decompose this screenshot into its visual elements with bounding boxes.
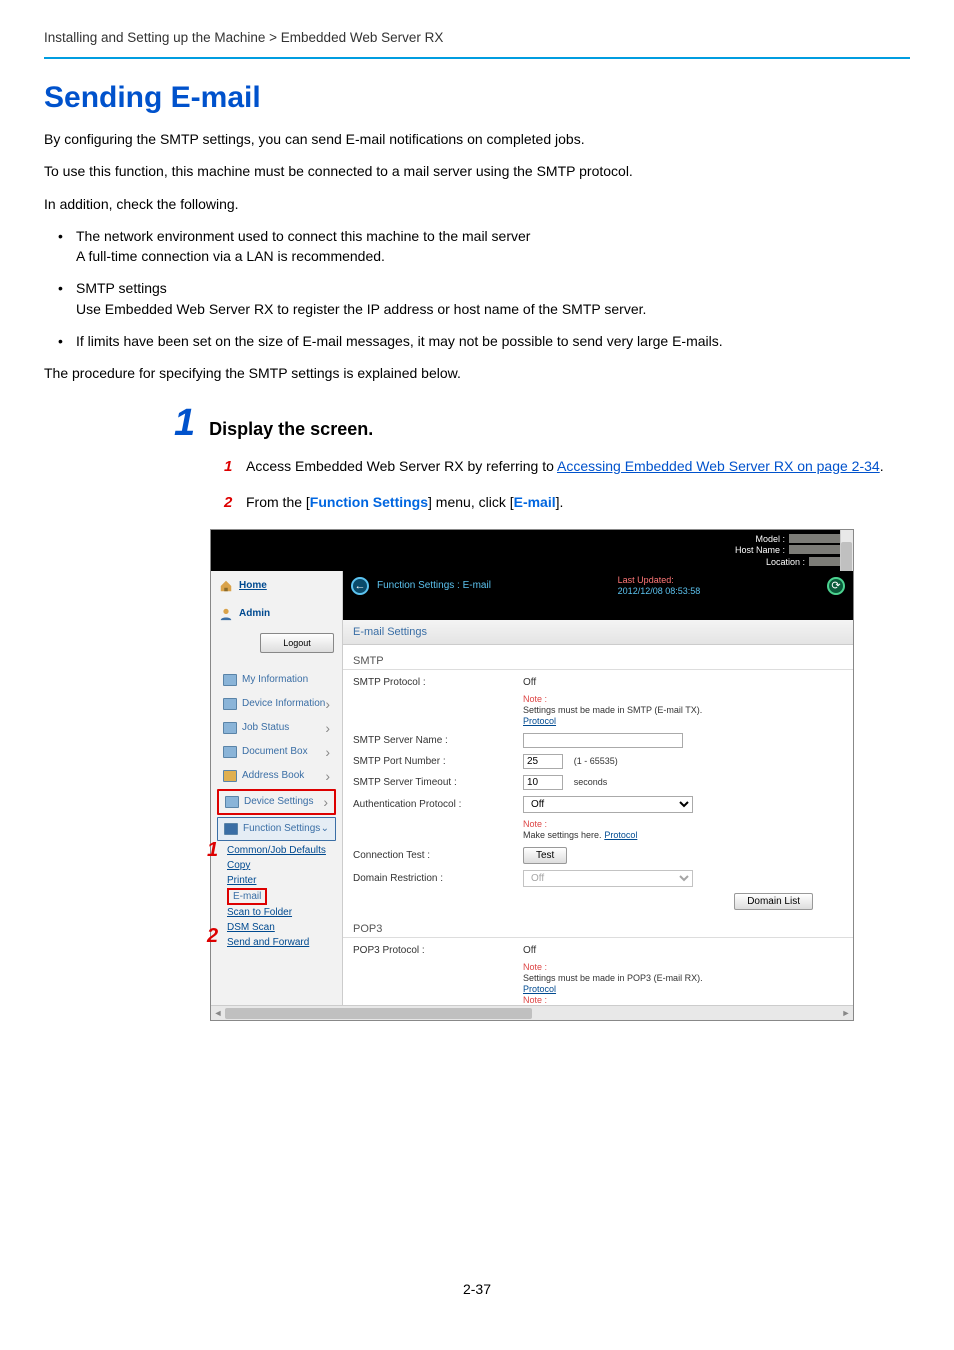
smtp-timeout-label: SMTP Server Timeout : [353, 777, 523, 788]
smtp-server-input[interactable] [523, 733, 683, 748]
cross-reference-link[interactable]: Accessing Embedded Web Server RX on page… [557, 458, 880, 474]
last-updated-value: 2012/12/08 08:53:58 [618, 586, 701, 596]
sub-scan[interactable]: Scan to Folder [227, 905, 340, 920]
sidebar-item-addrbook[interactable]: Address Book [217, 765, 336, 787]
pop3-protocol-value: Off [523, 945, 843, 956]
sidebar-item-funcsettings[interactable]: Function Settings⌄ [217, 817, 336, 841]
breadcrumb: Installing and Setting up the Machine > … [44, 30, 910, 45]
sidebar-item-devsettings[interactable]: Device Settings [217, 789, 336, 815]
back-button[interactable]: ← [351, 577, 369, 595]
paragraph: By configuring the SMTP settings, you ca… [44, 129, 910, 149]
list-item: If limits have been set on the size of E… [58, 331, 910, 351]
panel-title: Function Settings : E-mail [377, 580, 491, 591]
smtp-protocol-value: Off [523, 677, 843, 688]
main-panel: ← Function Settings : E-mail Last Update… [343, 571, 853, 1021]
substep-number: 2 [224, 492, 236, 515]
logout-button[interactable]: Logout [260, 633, 334, 653]
device-icon [223, 698, 237, 710]
subsection-pop3: POP3 [343, 913, 853, 938]
sub-send[interactable]: Send and Forward [227, 935, 340, 950]
addressbook-icon [223, 770, 237, 782]
paragraph: The procedure for specifying the SMTP se… [44, 363, 910, 383]
devsettings-icon [225, 796, 239, 808]
sub-copy[interactable]: Copy [227, 858, 340, 873]
sidebar-item-devinfo[interactable]: Device Information [217, 693, 336, 715]
screenshot-header: Model : Host Name : Location : [211, 530, 853, 571]
smtp-port-label: SMTP Port Number : [353, 756, 523, 767]
substep-text: Access Embedded Web Server RX by referri… [246, 456, 884, 479]
smtp-server-label: SMTP Server Name : [353, 735, 523, 746]
sidebar-item-jobstatus[interactable]: Job Status [217, 717, 336, 739]
step-number: 1 [174, 404, 195, 442]
sub-printer[interactable]: Printer [227, 873, 340, 888]
list-item: The network environment used to connect … [58, 226, 910, 267]
smtp-protocol-label: SMTP Protocol : [353, 677, 523, 688]
protocol-link[interactable]: Protocol [604, 830, 637, 840]
protocol-link[interactable]: Protocol [523, 984, 556, 994]
job-icon [223, 722, 237, 734]
domain-restrict-label: Domain Restriction : [353, 873, 523, 884]
auth-protocol-select[interactable]: Off [523, 796, 693, 813]
domain-list-button[interactable]: Domain List [734, 893, 813, 910]
info-icon [223, 674, 237, 686]
menu-name: Function Settings [310, 494, 428, 510]
page-number: 2-37 [44, 1281, 910, 1327]
sidebar-admin[interactable]: Admin [219, 605, 334, 625]
auth-protocol-label: Authentication Protocol : [353, 799, 523, 810]
scrollbar-horizontal[interactable]: ◄ ► [211, 1005, 853, 1020]
scroll-left-icon[interactable]: ◄ [211, 1006, 225, 1020]
last-updated-label: Last Updated: [618, 575, 674, 585]
menu-name: E-mail [514, 494, 556, 510]
test-button[interactable]: Test [523, 847, 567, 864]
sidebar-item-docbox[interactable]: Document Box [217, 741, 336, 763]
home-icon [219, 579, 233, 593]
paragraph: In addition, check the following. [44, 194, 910, 214]
step-title: Display the screen. [209, 419, 373, 440]
embedded-screenshot: Model : Host Name : Location : Home Admi… [210, 529, 854, 1022]
substep-text: From the [Function Settings] menu, click… [246, 492, 563, 515]
connection-test-label: Connection Test : [353, 850, 523, 861]
refresh-button[interactable]: ⟳ [827, 577, 845, 595]
sidebar: Home Admin Logout My Information Device … [211, 571, 343, 1021]
smtp-timeout-input[interactable] [523, 775, 563, 790]
sub-common[interactable]: Common/Job Defaults [227, 843, 340, 858]
pop3-protocol-label: POP3 Protocol : [353, 945, 523, 956]
paragraph: To use this function, this machine must … [44, 161, 910, 181]
substep-number: 1 [224, 456, 236, 479]
sub-email[interactable]: E-mail [227, 888, 267, 905]
callout-2: 2 [207, 925, 218, 948]
docbox-icon [223, 746, 237, 758]
scroll-right-icon[interactable]: ► [839, 1006, 853, 1020]
sub-dsm[interactable]: DSM Scan [227, 920, 340, 935]
domain-restrict-select[interactable]: Off [523, 870, 693, 887]
funcsettings-icon [224, 823, 238, 835]
subsection-smtp: SMTP [343, 645, 853, 670]
sidebar-item-myinfo[interactable]: My Information [217, 669, 336, 691]
protocol-link[interactable]: Protocol [523, 716, 556, 726]
list-item: SMTP settings Use Embedded Web Server RX… [58, 278, 910, 319]
callout-1: 1 [207, 839, 218, 862]
page-title: Sending E-mail [44, 81, 910, 115]
section-heading: E-mail Settings [343, 620, 853, 645]
smtp-port-input[interactable] [523, 754, 563, 769]
divider [44, 57, 910, 59]
sidebar-home[interactable]: Home [219, 577, 334, 597]
admin-icon [219, 607, 233, 621]
